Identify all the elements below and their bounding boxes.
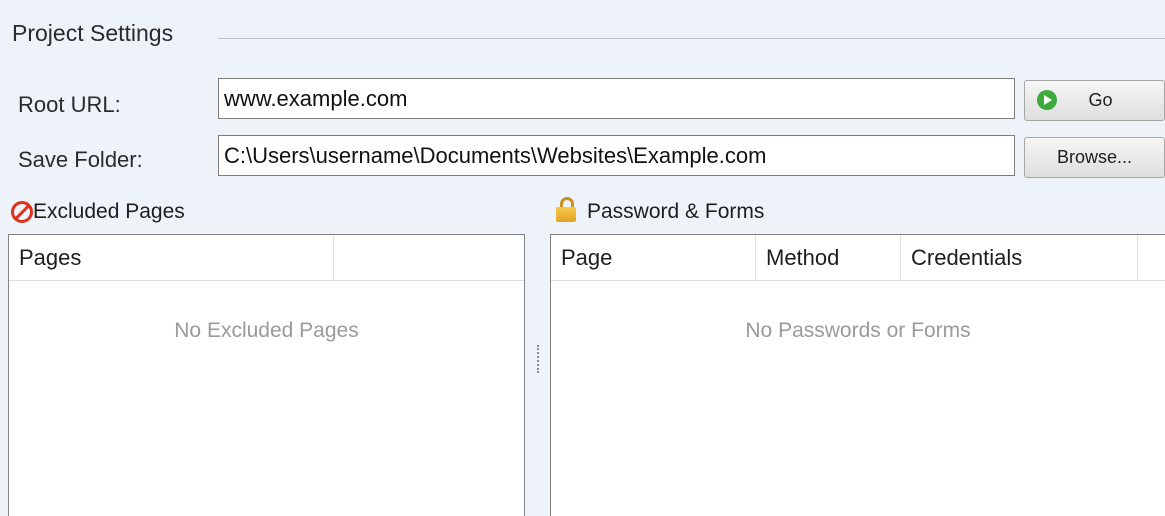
- empty-placeholder: No Excluded Pages: [174, 319, 359, 342]
- excluded-pages-list[interactable]: Pages No Excluded Pages: [8, 234, 525, 516]
- project-settings-title: Project Settings: [12, 20, 178, 47]
- go-button[interactable]: Go: [1024, 80, 1165, 121]
- password-forms-list[interactable]: Page Method Credentials No Passwords or …: [550, 234, 1165, 516]
- splitter-grip[interactable]: [537, 345, 541, 373]
- save-folder-input[interactable]: C:\Users\username\Documents\Websites\Exa…: [218, 135, 1015, 176]
- column-header-page[interactable]: Page: [551, 235, 756, 281]
- root-url-input[interactable]: www.example.com: [218, 78, 1015, 119]
- browse-button[interactable]: Browse...: [1024, 137, 1165, 178]
- column-header-filler: [1138, 235, 1165, 281]
- column-header-credentials[interactable]: Credentials: [901, 235, 1138, 281]
- column-header-method[interactable]: Method: [756, 235, 901, 281]
- password-forms-title: Password & Forms: [587, 200, 765, 223]
- column-header-blank[interactable]: [334, 235, 524, 281]
- go-button-label: Go: [1088, 90, 1113, 110]
- play-circle-icon: [1037, 90, 1057, 110]
- no-entry-icon: [11, 201, 33, 223]
- browse-button-label: Browse...: [1056, 147, 1133, 167]
- lock-icon: [555, 197, 577, 223]
- empty-placeholder: No Passwords or Forms: [745, 319, 971, 342]
- group-divider: [218, 38, 1165, 39]
- column-header-pages[interactable]: Pages: [9, 235, 334, 281]
- save-folder-label: Save Folder:: [18, 147, 143, 172]
- excluded-pages-title: Excluded Pages: [33, 200, 185, 223]
- root-url-label: Root URL:: [18, 92, 121, 117]
